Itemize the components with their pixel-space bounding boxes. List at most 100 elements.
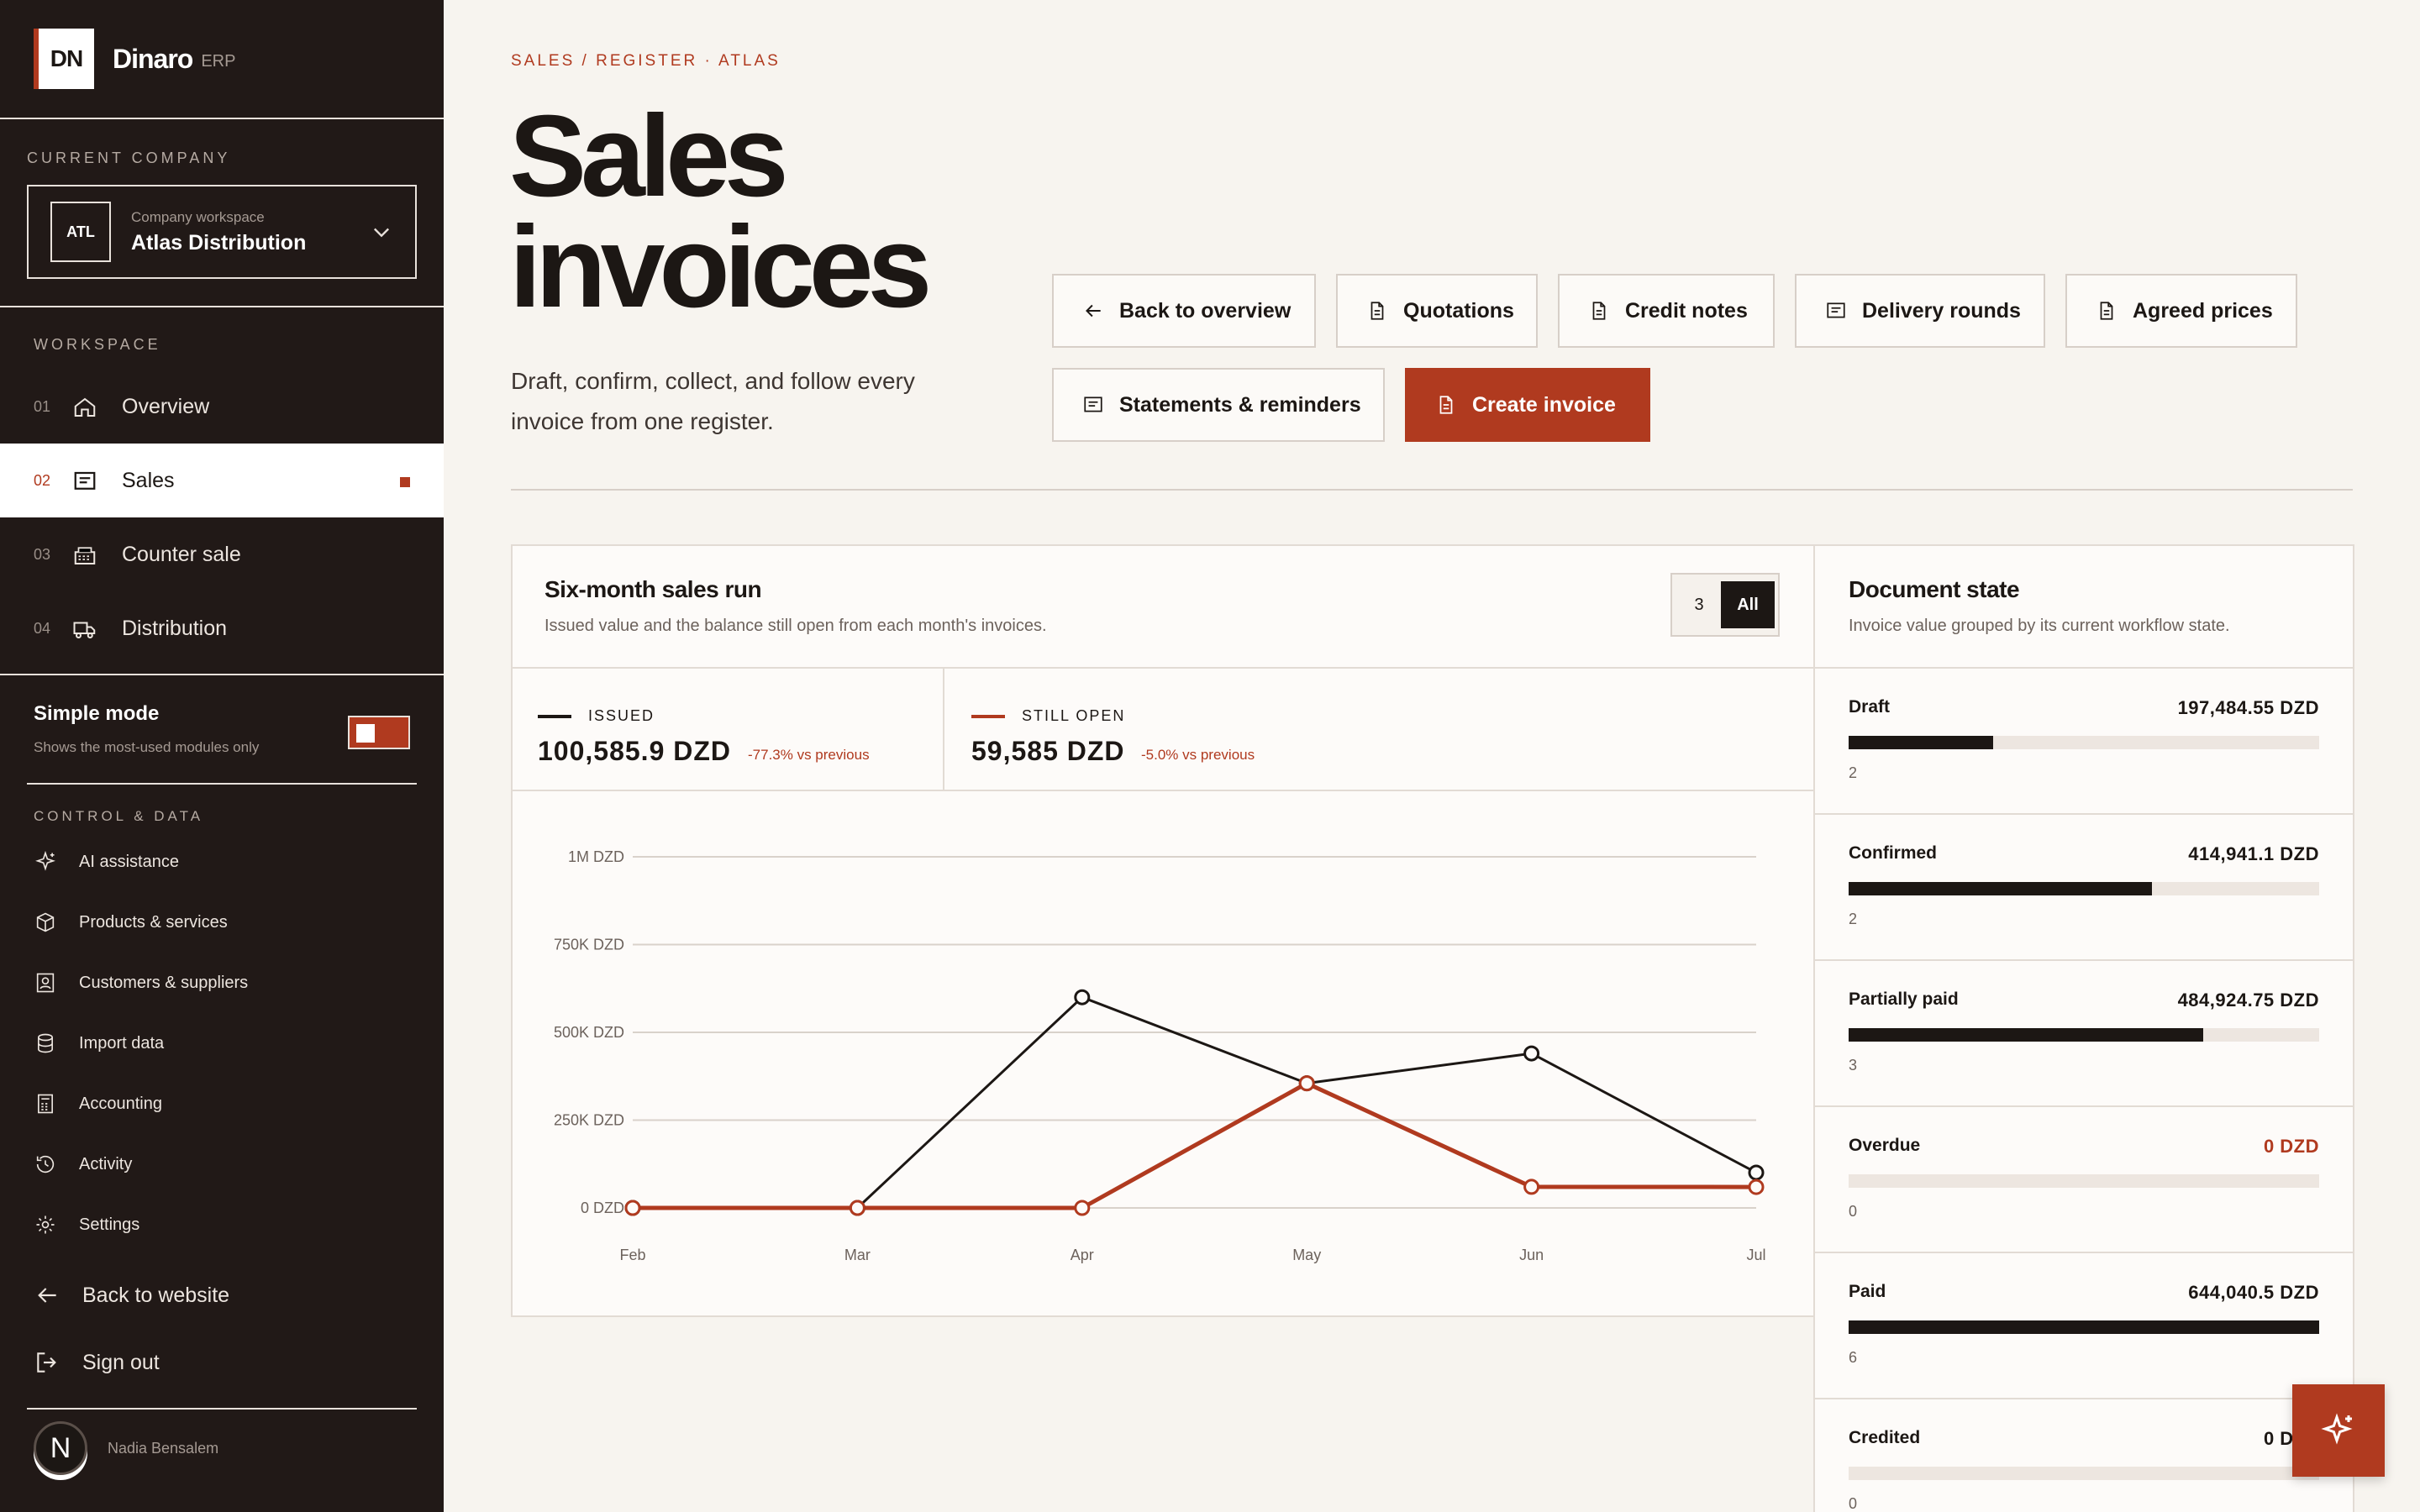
state-count: 0 xyxy=(1849,1495,1858,1512)
control-label: Settings xyxy=(79,1215,140,1234)
state-amount: 197,484.55 DZD xyxy=(2177,697,2319,718)
state-progress-bar xyxy=(1849,1320,2319,1334)
receipt-icon xyxy=(74,471,96,490)
document-state-title: Document state xyxy=(1849,576,2020,602)
data-point xyxy=(1748,1164,1765,1181)
document-icon xyxy=(2100,302,2113,320)
receipt-icon xyxy=(1084,396,1102,412)
contact-icon xyxy=(36,973,55,993)
button-label: Back to overview xyxy=(1119,298,1292,323)
create-invoice-button[interactable]: Create invoice xyxy=(1405,368,1650,442)
state-count: 2 xyxy=(1849,911,1858,927)
control-item-import-data[interactable]: Import data xyxy=(34,1026,164,1060)
avatar: N xyxy=(34,1421,87,1475)
nav-item-overview[interactable]: 01 Overview xyxy=(0,370,444,444)
control-item-settings[interactable]: Settings xyxy=(34,1208,139,1242)
state-name: Confirmed xyxy=(1849,843,1937,863)
calculator-icon xyxy=(38,1094,53,1114)
button-label: Statements & reminders xyxy=(1119,392,1361,417)
state-count: 0 xyxy=(1849,1203,1858,1220)
state-name: Draft xyxy=(1849,697,1891,717)
user-profile[interactable]: N Nadia Bensalem xyxy=(34,1421,218,1475)
back-to-overview-button[interactable]: Back to overview xyxy=(1052,274,1316,348)
company-name: Atlas Distribution xyxy=(131,230,307,255)
series-line-still-open xyxy=(633,1081,1757,1210)
range-option-3[interactable]: 3 xyxy=(1679,581,1719,628)
state-name: Credited xyxy=(1849,1428,1921,1447)
simple-mode-toggle[interactable] xyxy=(348,716,410,749)
state-row[interactable]: Overdue 0 DZD 0 xyxy=(1815,1107,2353,1253)
range-toggle: 3 All xyxy=(1670,573,1780,637)
simple-mode-subtitle: Shows the most-used modules only xyxy=(34,739,260,755)
agreed-prices-button[interactable]: Agreed prices xyxy=(2065,274,2297,348)
state-row[interactable]: Credited 0 DZD 0 xyxy=(1815,1399,2353,1512)
history-icon xyxy=(36,1155,55,1173)
nav-item-distribution[interactable]: 04 Distribution xyxy=(0,591,444,665)
page-title: Sales invoices xyxy=(509,98,1013,325)
nav-label: Distribution xyxy=(122,616,228,640)
button-label: Quotations xyxy=(1403,298,1514,323)
nav-number: 02 xyxy=(34,471,51,489)
state-row[interactable]: Partially paid 484,924.75 DZD 3 xyxy=(1815,961,2353,1107)
control-item-customers[interactable]: Customers & suppliers xyxy=(34,966,248,1000)
state-progress-bar xyxy=(1849,736,2319,749)
x-tick-label: May xyxy=(1292,1247,1321,1263)
legend-swatch-issued xyxy=(538,714,571,718)
kpi-open-label: STILL OPEN xyxy=(971,707,1125,725)
state-amount: 0 DZD xyxy=(2263,1136,2319,1157)
brand-logo: DN xyxy=(34,29,94,89)
state-progress-fill xyxy=(1849,1320,2319,1334)
box-icon xyxy=(36,912,55,932)
state-progress-bar xyxy=(1849,1174,2319,1188)
kpi-issued-delta: -77.3% vs previous xyxy=(748,747,870,763)
state-name: Paid xyxy=(1849,1282,1886,1301)
back-to-website-link[interactable]: Back to website xyxy=(34,1277,229,1314)
statements-reminders-button[interactable]: Statements & reminders xyxy=(1052,368,1385,442)
register-icon xyxy=(74,547,96,564)
state-progress-bar xyxy=(1849,882,2319,895)
sign-out-link[interactable]: Sign out xyxy=(34,1344,160,1381)
sales-panel-subtitle: Issued value and the balance still open … xyxy=(544,617,1047,635)
control-item-products[interactable]: Products & services xyxy=(34,906,228,939)
data-point xyxy=(1298,1075,1315,1092)
nav-item-counter-sale[interactable]: 03 Counter sale xyxy=(0,517,444,591)
simple-mode-title: Simple mode xyxy=(34,702,160,725)
state-progress-fill xyxy=(1849,882,2152,895)
nav-number: 04 xyxy=(34,619,51,637)
company-caption: Company workspace xyxy=(131,208,265,225)
state-row[interactable]: Paid 644,040.5 DZD 6 xyxy=(1815,1253,2353,1399)
state-row[interactable]: Draft 197,484.55 DZD 2 xyxy=(1815,669,2353,815)
control-item-activity[interactable]: Activity xyxy=(34,1147,132,1181)
document-icon xyxy=(1439,396,1453,414)
delivery-rounds-button[interactable]: Delivery rounds xyxy=(1795,274,2045,348)
company-selector[interactable]: ATL Company workspace Atlas Distribution xyxy=(27,185,417,279)
brand[interactable]: DN Dinaro ERP xyxy=(34,29,235,89)
page-title-line1: Sales xyxy=(509,92,789,221)
nav-item-sales[interactable]: 02 Sales xyxy=(0,444,444,517)
chevron-down-icon xyxy=(374,228,389,238)
state-progress-fill xyxy=(1849,736,1993,749)
credit-notes-button[interactable]: Credit notes xyxy=(1558,274,1775,348)
divider xyxy=(27,783,417,785)
state-progress-bar xyxy=(1849,1028,2319,1042)
x-tick-label: Feb xyxy=(619,1247,645,1263)
quotations-button[interactable]: Quotations xyxy=(1336,274,1538,348)
divider xyxy=(511,667,1815,669)
breadcrumb: SALES / REGISTER · ATLAS xyxy=(511,52,781,70)
x-tick-label: Jun xyxy=(1519,1247,1544,1263)
control-label: Accounting xyxy=(79,1094,162,1113)
y-tick-label: 750K DZD xyxy=(554,937,624,953)
data-point xyxy=(1074,989,1091,1005)
control-item-accounting[interactable]: Accounting xyxy=(34,1087,162,1121)
range-option-all[interactable]: All xyxy=(1721,581,1775,628)
page-description: Draft, confirm, collect, and follow ever… xyxy=(511,368,915,434)
control-item-ai-assistance[interactable]: AI assistance xyxy=(34,845,179,879)
ai-assistant-button[interactable] xyxy=(2292,1384,2385,1477)
button-label: Delivery rounds xyxy=(1862,298,2021,323)
divider xyxy=(0,674,444,675)
state-count: 2 xyxy=(1849,764,1858,781)
company-badge: ATL xyxy=(50,202,111,262)
divider xyxy=(27,1408,417,1410)
state-row[interactable]: Confirmed 414,941.1 DZD 2 xyxy=(1815,815,2353,961)
document-icon xyxy=(1370,302,1384,320)
